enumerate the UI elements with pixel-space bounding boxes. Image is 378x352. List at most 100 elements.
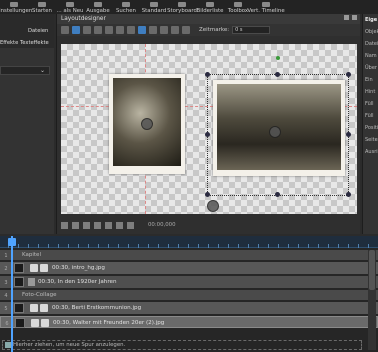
ruler-tick xyxy=(298,244,299,248)
timeline-clip[interactable]: 00:30, Berti Erstkommunion.jpg 5 xyxy=(0,302,378,314)
pointer-icon[interactable] xyxy=(61,26,69,34)
timeline-text-clip[interactable]: 00:30, In den 1920er Jahren 3 xyxy=(0,276,378,288)
zoom-out-icon[interactable] xyxy=(105,26,113,34)
ruler-tick xyxy=(338,244,339,248)
pan-icon[interactable] xyxy=(83,26,91,34)
ruler-tick xyxy=(328,244,329,248)
resize-handle-bl[interactable] xyxy=(205,192,210,197)
effects-icon xyxy=(41,319,49,327)
layout-icon xyxy=(150,2,158,7)
resize-handle-l[interactable] xyxy=(205,132,210,137)
ruler-tick xyxy=(138,244,139,248)
clip-thumbnail xyxy=(14,277,24,287)
ruler-tick xyxy=(208,244,209,248)
previous-icon[interactable] xyxy=(83,221,90,229)
step-back-icon[interactable] xyxy=(94,221,101,229)
rotate-handle[interactable] xyxy=(141,118,153,130)
ruler-tick xyxy=(248,244,249,248)
preview-playbar: 00:00,000 xyxy=(57,218,361,232)
stop-icon[interactable] xyxy=(72,221,79,229)
ruler-tick xyxy=(188,244,189,248)
rotation-point[interactable] xyxy=(276,56,280,60)
playhead[interactable] xyxy=(8,236,16,352)
play-icon[interactable] xyxy=(61,221,68,229)
anchor-handle[interactable] xyxy=(207,200,219,212)
property-label: Über xyxy=(365,65,377,71)
timeline-ruler[interactable] xyxy=(0,236,378,248)
ruler-tick xyxy=(98,244,99,248)
loop-icon[interactable] xyxy=(127,221,134,229)
designer-title-text: Layoutdesigner xyxy=(61,16,106,22)
menu-item-3[interactable]: Ausgabe xyxy=(84,0,112,14)
ruler-tick xyxy=(228,244,229,248)
timeline-scrollbar[interactable] xyxy=(368,250,376,350)
clip-label: 00:30, intro_hg.jpg xyxy=(52,265,105,271)
add-icon[interactable] xyxy=(160,26,168,34)
menu-item-4[interactable]: Suchen xyxy=(112,0,140,14)
group-label: Foto-Collage xyxy=(22,292,57,298)
center-handle[interactable] xyxy=(269,126,281,138)
ruler-tick xyxy=(238,244,239,248)
tab-dateien[interactable]: Dateien xyxy=(28,28,48,34)
timecode: 00:00,000 xyxy=(148,222,176,228)
menu-item-1[interactable]: Starten xyxy=(28,0,56,14)
remove-icon[interactable] xyxy=(171,26,179,34)
resize-handle-b[interactable] xyxy=(275,192,280,197)
ruler-tick xyxy=(68,244,69,248)
timeline-group[interactable]: Kapitel 1 xyxy=(0,250,378,260)
zeitmarke-input[interactable]: 0 s xyxy=(232,26,271,34)
timeline-group[interactable]: Foto-Collage 4 xyxy=(0,290,378,300)
select-icon[interactable] xyxy=(72,26,80,34)
menu-item-2[interactable]: ... als Neu xyxy=(56,0,84,14)
menu-item-5[interactable]: Standard xyxy=(140,0,168,14)
align-icon[interactable] xyxy=(149,26,157,34)
search-icon xyxy=(122,2,130,7)
step-forward-icon[interactable] xyxy=(105,221,112,229)
timeline: Kapitel 1 00:30, intro_hg.jpg 2 00:30, In de… xyxy=(0,236,378,352)
property-label: Ausri xyxy=(365,149,378,155)
left-panel-tabs: Dateien Effekte Texteffekte xyxy=(0,14,54,48)
layers-icon[interactable] xyxy=(182,26,190,34)
property-label: Eige xyxy=(365,17,378,23)
ruler-tick xyxy=(268,244,269,248)
maximize-icon[interactable] xyxy=(352,15,357,20)
tab-effekte[interactable]: Effekte xyxy=(0,40,18,46)
play-icon xyxy=(38,2,46,7)
left-panel-dropdown[interactable]: ⌄ xyxy=(0,66,50,75)
grid-icon[interactable] xyxy=(127,26,135,34)
menu-item-9[interactable]: Vert. Timeline xyxy=(247,0,285,14)
timeline-clip[interactable]: 00:30, intro_hg.jpg 2 xyxy=(0,262,378,274)
image-icon xyxy=(31,319,39,327)
zoom-fit-icon[interactable] xyxy=(116,26,124,34)
ruler-tick xyxy=(368,244,369,248)
ruler-tick xyxy=(168,244,169,248)
menu-item-7[interactable]: Bilderliste xyxy=(196,0,224,14)
menu-item-0[interactable]: Einstellungen xyxy=(0,0,32,14)
properties-panel: Eige Objekt Datei Nam Über Ein Hint Füll Füll Pos… xyxy=(362,14,378,234)
layout-canvas[interactable] xyxy=(61,44,357,214)
resize-handle-t[interactable] xyxy=(275,72,280,77)
next-icon[interactable] xyxy=(116,221,123,229)
minimize-icon[interactable] xyxy=(344,15,349,20)
timeline-clip[interactable]: 00:30, Walter mit Freunden 20er (2).jpg 6 xyxy=(0,316,378,328)
snap-icon[interactable] xyxy=(138,26,146,34)
list-icon xyxy=(206,2,214,7)
playhead-handle[interactable] xyxy=(8,238,16,246)
settings-icon xyxy=(10,2,18,7)
zoom-in-icon[interactable] xyxy=(94,26,102,34)
ruler-tick xyxy=(148,244,149,248)
new-track-hint: Hierher ziehen, um neue Spur anzulegen. xyxy=(13,342,126,348)
track-number: 4 xyxy=(4,293,8,299)
clip-icons xyxy=(30,304,48,312)
resize-handle-tr[interactable] xyxy=(346,72,351,77)
menu-item-6[interactable]: Storyboard xyxy=(167,0,197,14)
ruler-tick xyxy=(158,244,159,248)
new-track-dropzone[interactable]: Hierher ziehen, um neue Spur anzulegen. xyxy=(2,340,362,350)
resize-handle-r[interactable] xyxy=(346,132,351,137)
effects-icon xyxy=(40,304,48,312)
scrollbar-thumb[interactable] xyxy=(369,250,375,290)
resize-handle-tl[interactable] xyxy=(205,72,210,77)
tab-texteffekte[interactable]: Texteffekte xyxy=(20,40,49,46)
ruler-tick xyxy=(18,244,19,248)
resize-handle-br[interactable] xyxy=(346,192,351,197)
